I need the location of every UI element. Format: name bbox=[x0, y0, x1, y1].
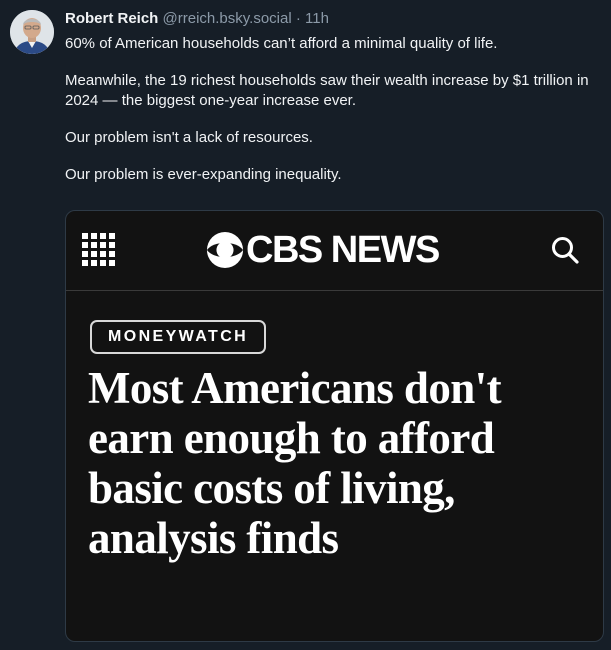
site-header: CBS NEWS bbox=[66, 211, 603, 291]
search-icon[interactable] bbox=[549, 234, 581, 266]
grid-menu-icon[interactable] bbox=[82, 233, 116, 267]
avatar[interactable] bbox=[10, 10, 54, 54]
post-time[interactable]: 11h bbox=[305, 10, 329, 27]
post-header: Robert Reich @rreich.bsky.social · 11h bbox=[65, 9, 329, 28]
cbs-eye-icon bbox=[206, 231, 244, 269]
site-name: CBS NEWS bbox=[246, 229, 440, 271]
author-handle[interactable]: @rreich.bsky.social bbox=[163, 10, 292, 27]
post-text: 60% of American households can’t afford … bbox=[65, 34, 595, 185]
avatar-photo bbox=[10, 10, 54, 54]
separator: · bbox=[295, 10, 301, 27]
post-paragraph: Meanwhile, the 19 richest households saw… bbox=[65, 72, 589, 109]
post[interactable]: Robert Reich @rreich.bsky.social · 11h 6… bbox=[0, 0, 611, 650]
section-badge[interactable]: MONEYWATCH bbox=[90, 320, 267, 354]
post-paragraph: 60% of American households can’t afford … bbox=[65, 35, 498, 52]
post-paragraph: Our problem isn't a lack of resources. bbox=[65, 129, 313, 146]
site-logo[interactable]: CBS NEWS bbox=[206, 229, 440, 271]
post-paragraph: Our problem is ever-expanding inequality… bbox=[65, 166, 342, 183]
link-embed-card[interactable]: CBS NEWS MONEYWATCH Most Americans don't… bbox=[65, 210, 604, 642]
article-headline[interactable]: Most Americans don't earn enough to affo… bbox=[88, 363, 588, 563]
author-name[interactable]: Robert Reich bbox=[65, 10, 158, 27]
